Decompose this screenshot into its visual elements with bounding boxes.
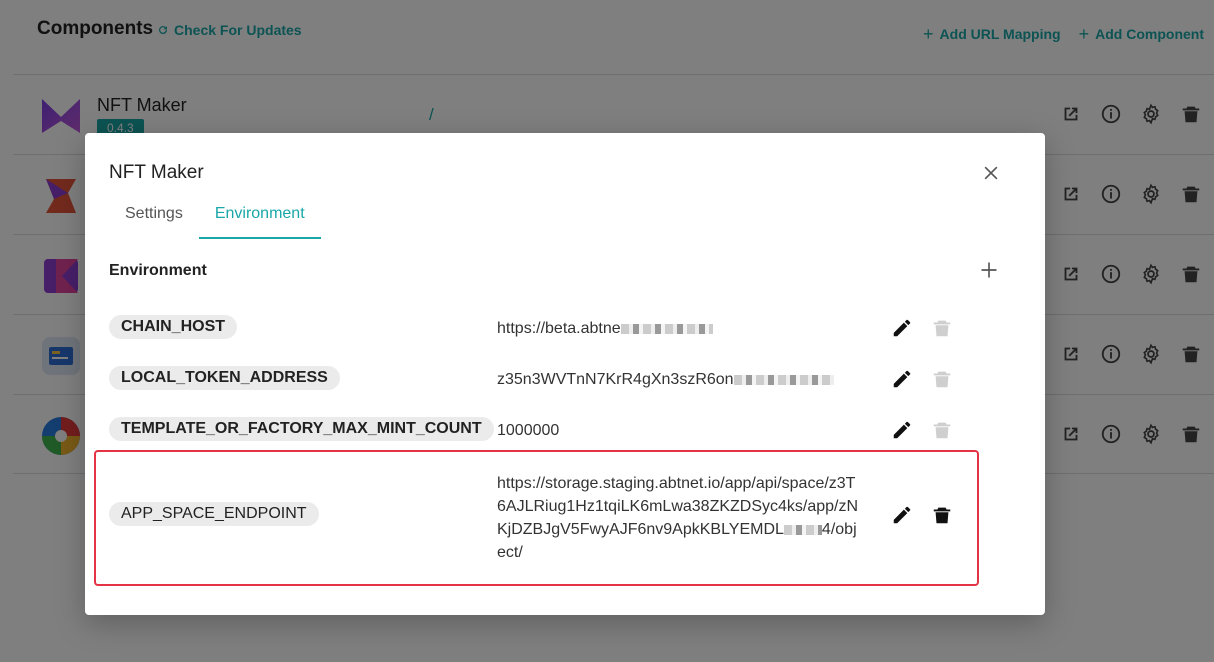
env-key: CHAIN_HOST	[109, 315, 238, 339]
component-config-dialog: NFT Maker Settings Environment Environme…	[85, 133, 1045, 615]
section-title: Environment	[109, 262, 207, 279]
trash-icon	[933, 371, 951, 388]
trash-icon	[933, 507, 951, 524]
edit-button[interactable]	[891, 419, 913, 441]
delete-button-disabled[interactable]	[931, 317, 953, 339]
app-root: Components Check For Updates + Add URL M…	[0, 0, 1214, 662]
env-value: z35n3WVTnN7KrR4gXn3szR6on	[497, 368, 865, 391]
add-environment-button[interactable]	[979, 260, 999, 280]
close-icon	[984, 166, 998, 180]
env-value: https://storage.staging.abtnet.io/app/ap…	[497, 472, 859, 564]
redacted-blur	[733, 374, 834, 385]
trash-icon	[933, 320, 951, 337]
delete-button-disabled[interactable]	[931, 368, 953, 390]
env-value-text: https://beta.abtne	[497, 320, 621, 337]
redacted-blur	[783, 524, 822, 535]
pencil-icon	[893, 506, 911, 524]
close-button[interactable]	[981, 163, 1001, 183]
delete-button[interactable]	[931, 504, 953, 526]
delete-button-disabled[interactable]	[931, 419, 953, 441]
tab-settings[interactable]: Settings	[109, 197, 199, 239]
pencil-icon	[893, 370, 911, 388]
redacted-blur	[620, 323, 713, 334]
pencil-icon	[893, 319, 911, 337]
plus-icon	[981, 262, 997, 278]
edit-button[interactable]	[891, 317, 913, 339]
edit-button[interactable]	[891, 504, 913, 526]
dialog-title: NFT Maker	[109, 162, 204, 183]
env-value-text: z35n3WVTnN7KrR4gXn3szR6on	[497, 371, 734, 388]
env-key: APP_SPACE_ENDPOINT	[109, 502, 319, 526]
pencil-icon	[893, 421, 911, 439]
edit-button[interactable]	[891, 368, 913, 390]
env-key: TEMPLATE_OR_FACTORY_MAX_MINT_COUNT	[109, 417, 494, 441]
env-value: https://beta.abtne	[497, 317, 865, 340]
env-value: 1000000	[497, 422, 560, 439]
env-row: APP_SPACE_ENDPOINT https://storage.stagi…	[109, 470, 959, 570]
dialog-tabs: Settings Environment	[109, 197, 321, 239]
trash-icon	[933, 422, 951, 439]
env-key: LOCAL_TOKEN_ADDRESS	[109, 366, 340, 390]
tab-environment[interactable]: Environment	[198, 197, 321, 239]
